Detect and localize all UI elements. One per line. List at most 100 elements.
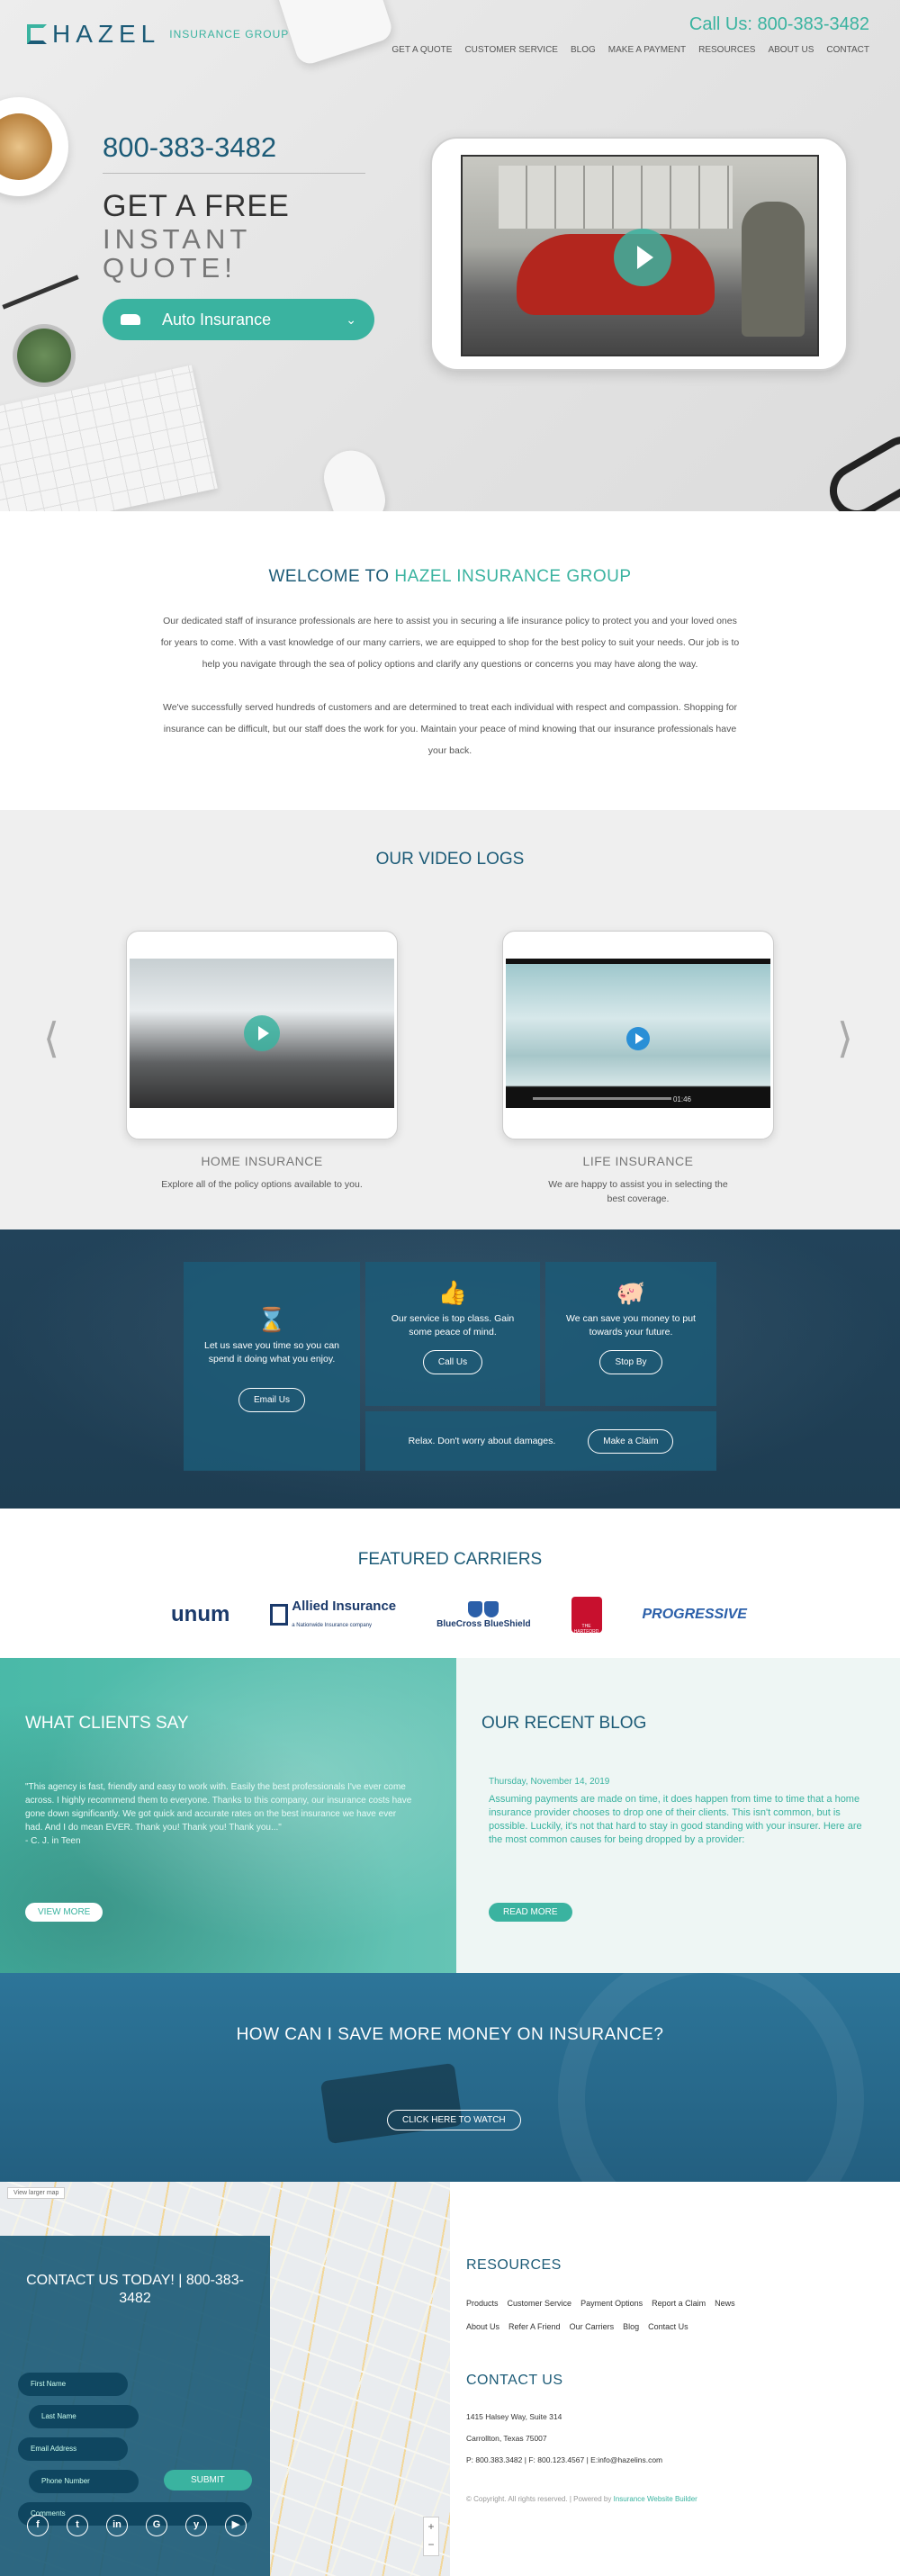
social-links: f t in G y ▶ xyxy=(27,2515,247,2536)
service-box-damages: Relax. Don't worry about damages. Make a… xyxy=(365,1411,716,1471)
contact-form-panel: CONTACT US TODAY! | 800-383-3482 First N… xyxy=(0,2236,270,2576)
video-desc-life: We are happy to assist you in selecting … xyxy=(548,1179,728,1204)
welcome-section: WELCOME TO HAZEL INSURANCE GROUP Our ded… xyxy=(0,511,900,810)
footer-info: RESOURCES Products Customer Service Paym… xyxy=(466,2182,880,2576)
first-name-field[interactable]: First Name xyxy=(18,2373,128,2396)
clients-blog-section: WHAT CLIENTS SAY "This agency is fast, f… xyxy=(0,1658,900,1973)
twitter-icon[interactable]: t xyxy=(67,2515,88,2536)
make-a-claim-button[interactable]: Make a Claim xyxy=(588,1428,674,1454)
nav-get-a-quote[interactable]: GET A QUOTE xyxy=(392,45,452,55)
link-report-a-claim[interactable]: Report a Claim xyxy=(652,2299,706,2308)
pen-photo xyxy=(2,275,79,310)
address-street: 1415 Halsey Way, Suite 314 xyxy=(466,2412,562,2421)
blog-excerpt: Assuming payments are made on time, it d… xyxy=(489,1794,862,1845)
view-larger-map-link[interactable]: View larger map xyxy=(7,2187,66,2199)
email-field[interactable]: Email Address xyxy=(18,2437,128,2461)
logo-mark-icon xyxy=(27,24,47,44)
last-name-field[interactable]: Last Name xyxy=(29,2405,139,2428)
play-icon[interactable] xyxy=(626,1027,650,1050)
hourglass-icon: ⌛ xyxy=(256,1306,287,1333)
blog-panel: OUR RECENT BLOG Thursday, November 14, 2… xyxy=(456,1658,900,1973)
carrier-logo-progressive[interactable]: PROGRESSIVE xyxy=(642,1607,746,1623)
phone-field[interactable]: Phone Number xyxy=(29,2470,139,2493)
view-more-button[interactable]: VIEW MORE xyxy=(25,1903,104,1922)
contact-info-title: CONTACT US xyxy=(466,2373,563,2388)
hero-title: GET A FREE xyxy=(103,189,290,223)
click-here-to-watch-button[interactable]: CLICK HERE TO WATCH xyxy=(387,2110,521,2130)
map-zoom-control[interactable]: + − xyxy=(423,2517,439,2556)
link-blog[interactable]: Blog xyxy=(623,2322,639,2331)
carrier-logo-unum[interactable]: unum xyxy=(171,1602,230,1627)
allied-subtitle: a Nationwide Insurance company xyxy=(292,1623,372,1628)
linkedin-icon[interactable]: in xyxy=(106,2515,128,2536)
carrier-logo-hartford[interactable]: THE HARTFORD xyxy=(571,1597,602,1635)
plant-photo xyxy=(13,324,76,387)
yelp-icon[interactable]: y xyxy=(185,2515,207,2536)
welcome-title: WELCOME TO HAZEL INSURANCE GROUP xyxy=(0,567,900,587)
link-our-carriers[interactable]: Our Carriers xyxy=(570,2322,615,2331)
garage-background xyxy=(499,166,733,229)
contact-form: First Name Last Name Email Address Phone… xyxy=(18,2373,252,2535)
call-us-button[interactable]: Call Us xyxy=(422,1350,483,1374)
link-refer-a-friend[interactable]: Refer A Friend xyxy=(508,2322,561,2331)
service-damages-text: Relax. Don't worry about damages. xyxy=(408,1435,556,1446)
nav-about-us[interactable]: ABOUT US xyxy=(768,45,814,55)
resources-links-row-2: About Us Refer A Friend Our Carriers Blo… xyxy=(466,2322,688,2331)
video-logs-title: OUR VIDEO LOGS xyxy=(375,850,525,869)
copyright: © Copyright. All rights reserved. | Powe… xyxy=(466,2495,698,2503)
stop-by-button[interactable]: Stop By xyxy=(599,1350,662,1374)
logo-subtitle: INSURANCE GROUP xyxy=(169,28,290,41)
welcome-paragraph-2: We've successfully served hundreds of cu… xyxy=(163,702,737,756)
carrier-logo-bcbs[interactable]: BlueCross BlueShield xyxy=(436,1600,531,1629)
video-desc-home: Explore all of the policy options availa… xyxy=(161,1179,363,1190)
nav-blog[interactable]: BLOG xyxy=(571,45,596,55)
carrier-logo-allied[interactable]: Allied Insurance a Nationwide Insurance c… xyxy=(270,1599,396,1631)
service-quality-text: Our service is top class. Gain some peac… xyxy=(391,1313,515,1338)
glasses-photo xyxy=(820,427,900,511)
logo[interactable]: HAZEL INSURANCE GROUP xyxy=(27,20,289,49)
facebook-icon[interactable]: f xyxy=(27,2515,49,2536)
coffee-cup-photo xyxy=(0,97,68,196)
video-player-life[interactable]: 01:46 xyxy=(506,959,770,1108)
powered-by-link[interactable]: Insurance Website Builder xyxy=(614,2495,698,2503)
link-payment-options[interactable]: Payment Options xyxy=(580,2299,643,2308)
contact-phones[interactable]: P: 800.383.3482 | F: 800.123.4567 | E:in… xyxy=(466,2455,662,2464)
welcome-title-prefix: WELCOME TO xyxy=(268,567,390,586)
main-nav: GET A QUOTE CUSTOMER SERVICE BLOG MAKE A… xyxy=(392,45,869,55)
hero-video[interactable] xyxy=(461,155,819,356)
play-icon[interactable] xyxy=(244,1015,280,1051)
car-icon xyxy=(121,314,140,325)
blog-date: Thursday, November 14, 2019 xyxy=(489,1777,610,1787)
allied-name: Allied Insurance xyxy=(292,1599,397,1614)
link-contact-us[interactable]: Contact Us xyxy=(648,2322,688,2331)
carousel-prev-icon[interactable]: ⟨ xyxy=(43,1017,59,1058)
header-phone[interactable]: Call Us: 800-383-3482 xyxy=(689,14,869,35)
link-about-us[interactable]: About Us xyxy=(466,2322,500,2331)
email-us-button[interactable]: Email Us xyxy=(238,1388,305,1412)
hero-phone[interactable]: 800-383-3482 xyxy=(103,131,276,164)
google-icon[interactable]: G xyxy=(146,2515,167,2536)
link-customer-service[interactable]: Customer Service xyxy=(508,2299,572,2308)
hero-subtitle: INSTANT QUOTE! xyxy=(103,223,251,284)
nav-customer-service[interactable]: CUSTOMER SERVICE xyxy=(464,45,558,55)
video-player-home[interactable] xyxy=(130,959,394,1108)
save-money-section: HOW CAN I SAVE MORE MONEY ON INSURANCE? … xyxy=(0,1973,900,2182)
play-icon[interactable] xyxy=(614,229,671,286)
testimonials-panel: WHAT CLIENTS SAY "This agency is fast, f… xyxy=(0,1658,456,1973)
insurance-type-select[interactable]: Auto Insurance ⌄ xyxy=(103,299,374,340)
phone-photo xyxy=(273,0,395,68)
youtube-icon[interactable]: ▶ xyxy=(225,2515,247,2536)
link-news[interactable]: News xyxy=(715,2299,735,2308)
submit-button[interactable]: SUBMIT xyxy=(164,2470,252,2490)
carousel-next-icon[interactable]: ⟩ xyxy=(837,1017,853,1058)
carriers-section: FEATURED CARRIERS unum Allied Insurance a… xyxy=(0,1509,900,1658)
nav-resources[interactable]: RESOURCES xyxy=(698,45,755,55)
video-progress-bar[interactable] xyxy=(533,1097,671,1100)
link-products[interactable]: Products xyxy=(466,2299,499,2308)
service-money-text: We can save you money to put towards you… xyxy=(566,1313,696,1338)
nav-contact[interactable]: CONTACT xyxy=(826,45,869,55)
keyboard-photo xyxy=(0,365,218,511)
read-more-button[interactable]: READ MORE xyxy=(489,1903,572,1922)
video-title-home: HOME INSURANCE xyxy=(201,1154,323,1168)
nav-make-a-payment[interactable]: MAKE A PAYMENT xyxy=(608,45,686,55)
